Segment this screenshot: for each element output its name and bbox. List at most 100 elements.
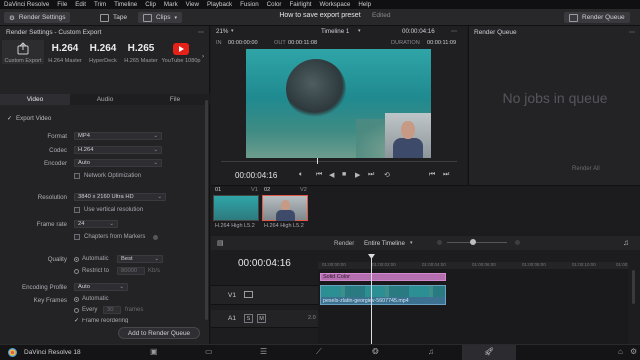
chevron-down-icon: ▾ [410, 240, 413, 246]
tab-file[interactable]: File [140, 94, 210, 105]
menu-item-fusion[interactable]: Fusion [240, 1, 259, 8]
codec-select[interactable]: H.264 ⌄ [74, 146, 162, 154]
fairlight-page-icon[interactable]: ♫ [428, 347, 434, 356]
zoom-in-dot[interactable] [515, 240, 520, 245]
timeline-name[interactable]: Timeline 1 [321, 28, 349, 35]
resolution-label: Resolution [37, 194, 67, 201]
play-icon[interactable]: ▶ [355, 171, 360, 179]
encoding-profile-select[interactable]: Auto ⌄ [74, 283, 128, 291]
zoom-level[interactable]: 21% [216, 28, 228, 35]
render-all-button[interactable]: Render All [572, 166, 600, 172]
settings-scrollbar[interactable] [205, 100, 208, 320]
media-page-icon[interactable]: ▣ [150, 347, 158, 356]
vertical-resolution-checkbox[interactable] [74, 207, 80, 213]
picture-in-picture [385, 113, 431, 158]
menu-item-fairlight[interactable]: Fairlight [289, 1, 311, 8]
menu-item-trim[interactable]: Trim [94, 1, 106, 8]
tab-audio[interactable]: Audio [70, 94, 140, 105]
edit-page-icon[interactable]: ☰ [260, 347, 267, 356]
out-label: OUT [274, 40, 286, 46]
skip-forward-icon[interactable]: ⏭︎ [368, 171, 374, 179]
add-to-render-queue-button[interactable]: Add to Render Queue [118, 327, 200, 339]
viewer-scrubber[interactable] [221, 161, 457, 162]
frame-rate-select[interactable]: 24 ⌄ [74, 220, 118, 228]
stop-icon[interactable]: ■ [342, 171, 346, 178]
more-options-icon[interactable]: ⋯ [629, 29, 635, 36]
encoder-select[interactable]: Auto ⌄ [74, 159, 162, 167]
menu-item-mark[interactable]: Mark [164, 1, 178, 8]
ruler-tick: 01:00:10:00 [572, 262, 596, 267]
chevron-right-icon[interactable]: › [202, 54, 204, 60]
network-optimization-checkbox[interactable] [74, 173, 80, 179]
fusion-page-icon[interactable]: ⟋ [316, 347, 322, 357]
more-options-icon[interactable]: ⋯ [451, 28, 457, 35]
cut-page-icon[interactable]: ▭ [205, 347, 213, 356]
play-reverse-icon[interactable]: ◀ [329, 171, 334, 179]
ruler-tick: 01:00:06:00 [472, 262, 496, 267]
restrict-to-input[interactable]: 80000 [117, 267, 145, 275]
settings-tabs: Video Audio File [0, 94, 210, 105]
keyframes-automatic-radio[interactable] [74, 297, 79, 302]
clip-thumbnail-selected[interactable] [262, 195, 308, 221]
preset-hyperdeck[interactable]: H.264 HyperDeck [82, 40, 124, 64]
skip-back-icon[interactable]: ⏮︎ [316, 171, 322, 179]
loop-icon[interactable]: ⟲ [384, 171, 390, 179]
duration-value: 00:00:11:09 [427, 40, 457, 46]
home-icon[interactable]: ⌂ [618, 347, 623, 356]
deliver-page-icon[interactable]: 🚀︎ [484, 347, 494, 356]
track-view-icon[interactable] [244, 291, 253, 298]
menu-item-clip[interactable]: Clip [145, 1, 156, 8]
in-label: IN [216, 40, 222, 46]
menu-item-help[interactable]: Help [358, 1, 371, 8]
solid-color-clip[interactable]: Solid Color [320, 273, 446, 281]
render-label: Render [334, 240, 355, 247]
timeline-view-icon[interactable]: ▤ [217, 239, 224, 247]
menu-item-edit[interactable]: Edit [75, 1, 86, 8]
more-options-icon[interactable]: ⋯ [198, 29, 204, 36]
preset-h264-master[interactable]: H.264 H.264 Master [44, 40, 86, 64]
zoom-slider-handle[interactable] [470, 239, 476, 245]
solo-button[interactable]: S [244, 314, 253, 323]
tab-video[interactable]: Video [0, 94, 70, 105]
quality-automatic-radio[interactable] [74, 257, 79, 262]
preset-h265-master[interactable]: H.265 H.265 Master [120, 40, 162, 64]
settings-gear-icon[interactable]: ⚙ [630, 347, 637, 356]
mute-button[interactable]: M [257, 314, 266, 323]
scrubber-playhead[interactable] [317, 158, 318, 164]
menu-bar: DaVinci Resolve File Edit Trim Timeline … [0, 0, 640, 9]
color-page-icon[interactable]: ❂ [372, 347, 379, 356]
next-frame-icon[interactable]: ⏭︎ [443, 171, 449, 179]
frame-reordering-checkbox[interactable]: ✓ [74, 317, 79, 324]
menu-item-timeline[interactable]: Timeline [114, 1, 137, 8]
music-note-icon[interactable]: ♫ [623, 238, 629, 247]
timeline-scrollbar[interactable] [632, 270, 635, 304]
render-range-select[interactable]: Entire Timeline [364, 240, 405, 247]
menu-item-playback[interactable]: Playback [207, 1, 232, 8]
keyframes-every-input[interactable]: 30 [103, 306, 121, 314]
quality-select[interactable]: Best ⌄ [117, 255, 163, 263]
resolution-select[interactable]: 3840 x 2160 Ultra HD ⌄ [74, 193, 166, 201]
frame-rate-value: 24 [78, 221, 85, 227]
export-video-checkbox[interactable]: ✓ [7, 115, 12, 122]
menu-item-file[interactable]: File [57, 1, 67, 8]
video-clip[interactable]: pexels-zlatin-georgiev-5607745.mp4 [320, 285, 446, 305]
out-value: 00:00:11:08 [288, 40, 318, 46]
audio-icon[interactable]: 🔈︎ [299, 171, 303, 179]
audio-level: 2.0 [308, 315, 316, 321]
clip-thumbnail[interactable] [213, 195, 259, 221]
menu-item-workspace[interactable]: Workspace [319, 1, 350, 8]
zoom-slider[interactable] [447, 242, 507, 243]
preset-custom-export[interactable]: Custom Export [2, 40, 44, 64]
format-select[interactable]: MP4 ⌄ [74, 132, 162, 140]
menu-item-view[interactable]: View [186, 1, 199, 8]
timeline-playhead[interactable] [371, 256, 372, 344]
chapters-checkbox[interactable] [74, 234, 80, 240]
zoom-out-dot[interactable] [437, 240, 442, 245]
timeline-ruler[interactable]: 01:00:00:00 01:00:02:00 01:00:04:00 01:0… [318, 262, 628, 269]
prev-frame-icon[interactable]: ⏮︎ [429, 171, 435, 179]
menu-item-app[interactable]: DaVinci Resolve [4, 1, 49, 8]
preset-youtube[interactable]: YouTube 1080p [160, 40, 202, 64]
restrict-to-radio[interactable] [74, 269, 79, 274]
menu-item-color[interactable]: Color [267, 1, 282, 8]
keyframes-every-radio[interactable] [74, 308, 79, 313]
